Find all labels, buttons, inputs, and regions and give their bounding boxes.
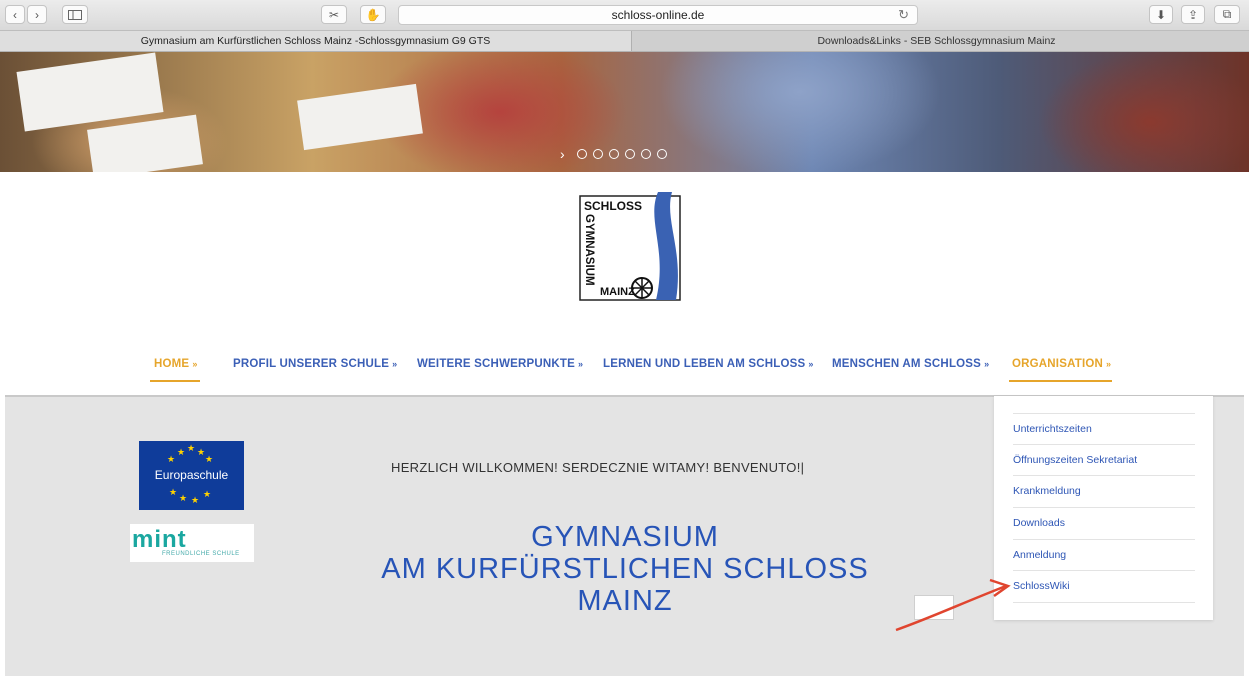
hand-button[interactable]: ✋ — [360, 5, 386, 24]
chevron-left-icon: ‹ — [13, 7, 17, 22]
school-title-line: MAINZ — [577, 585, 673, 617]
tab-schlossgymnasium[interactable]: Gymnasium am Kurfürstlichen Schloss Main… — [0, 31, 631, 51]
mint-subtext: FREUNDLICHE SCHULE — [162, 551, 240, 557]
nav-label: ORGANISATION — [1012, 358, 1103, 370]
nav-home[interactable]: HOME» — [154, 358, 198, 370]
tab-downloads-links[interactable]: Downloads&Links - SEB Schlossgymnasium M… — [631, 31, 1241, 51]
hero-slider-image: › — [0, 52, 1249, 172]
nav-organisation[interactable]: ORGANISATION» — [1012, 358, 1111, 370]
school-title: GYMNASIUM AM KURFÜRSTLICHEN SCHLOSS MAIN… — [330, 521, 920, 617]
paper-sheet — [297, 83, 423, 151]
url-text: schloss-online.de — [611, 8, 705, 22]
svg-text:★: ★ — [169, 488, 177, 498]
tabs-overview-button[interactable]: ⧉ — [1214, 5, 1240, 24]
hand-icon: ✋ — [365, 7, 381, 22]
main-navigation: HOME» PROFIL UNSERER SCHULE» WEITERE SCH… — [0, 358, 1249, 382]
paper-sheet — [16, 52, 164, 132]
sidebar-toggle-button[interactable] — [62, 5, 88, 24]
slider-dot[interactable] — [608, 149, 619, 159]
share-button[interactable]: ⇪ — [1181, 5, 1205, 24]
nav-lernen-und-leben[interactable]: LERNEN UND LEBEN AM SCHLOSS» — [603, 358, 814, 370]
small-white-box — [914, 595, 954, 620]
paper-sheet — [87, 114, 203, 172]
europaschule-badge[interactable]: ★ ★ ★ ★ ★ ★ ★ ★ ★ Europaschule — [139, 441, 244, 510]
scissors-icon: ✂ — [328, 7, 340, 22]
tabs-icon: ⧉ — [1222, 7, 1232, 21]
nav-label: WEITERE SCHWERPUNKTE — [417, 358, 575, 370]
svg-text:★: ★ — [203, 490, 211, 500]
slider-next-icon[interactable]: › — [560, 146, 565, 162]
logo-text-gymnasium: GYMNASIUM — [583, 214, 595, 286]
svg-text:★: ★ — [191, 496, 199, 506]
nav-menschen-am-schloss[interactable]: MENSCHEN AM SCHLOSS» — [832, 358, 989, 370]
forward-button[interactable]: › — [27, 5, 47, 24]
nav-organisation-underline — [1009, 380, 1112, 382]
slider-pagination[interactable]: › — [560, 146, 667, 162]
slider-dot[interactable] — [656, 149, 667, 159]
address-bar[interactable]: schloss-online.de ↻ — [398, 5, 918, 25]
school-title-line: AM KURFÜRSTLICHEN SCHLOSS — [381, 553, 869, 585]
chevron-double-down-icon: » — [808, 359, 814, 369]
download-icon: ⬇ — [1155, 7, 1167, 22]
organisation-dropdown-menu: Unterrichtszeiten Öffnungszeiten Sekreta… — [994, 396, 1213, 620]
chevron-double-down-icon: » — [984, 359, 990, 369]
svg-text:★: ★ — [177, 448, 185, 458]
menu-item-anmeldung[interactable]: Anmeldung — [1013, 539, 1195, 570]
menu-item-downloads[interactable]: Downloads — [1013, 507, 1195, 538]
nav-weitere-schwerpunkte[interactable]: WEITERE SCHWERPUNKTE» — [417, 358, 583, 370]
sidebar-icon — [68, 9, 82, 20]
back-button[interactable]: ‹ — [5, 5, 25, 24]
chevron-double-down-icon: » — [577, 359, 584, 369]
download-button[interactable]: ⬇ — [1149, 5, 1173, 24]
chevron-right-icon: › — [35, 7, 39, 22]
mainz-wheel-icon — [631, 277, 653, 299]
chevron-double-down-icon: » — [192, 359, 198, 369]
logo-text-schloss: SCHLOSS — [584, 199, 642, 213]
svg-text:★: ★ — [187, 444, 195, 454]
svg-text:★: ★ — [205, 455, 213, 465]
scissors-button[interactable]: ✂ — [321, 5, 347, 24]
mint-logo-text: mint — [132, 526, 187, 553]
chevron-double-down-icon: » — [392, 359, 398, 369]
nav-label: PROFIL UNSERER SCHULE — [233, 358, 390, 370]
menu-item-unterrichtszeiten[interactable]: Unterrichtszeiten — [1013, 413, 1195, 444]
slider-dot[interactable] — [592, 149, 603, 159]
browser-toolbar: ‹ › ✂ ✋ schloss-online.de ↻ ⬇ ⇪ ⧉ — [0, 0, 1249, 31]
reload-icon[interactable]: ↻ — [898, 7, 909, 23]
chevron-double-down-icon: » — [1106, 359, 1112, 369]
tab-bar: Gymnasium am Kurfürstlichen Schloss Main… — [0, 31, 1249, 52]
welcome-text: HERZLICH WILLKOMMEN! SERDECZNIE WITAMY! … — [391, 460, 805, 475]
menu-item-krankmeldung[interactable]: Krankmeldung — [1013, 475, 1195, 506]
svg-text:★: ★ — [197, 448, 205, 458]
mint-badge[interactable]: mint FREUNDLICHE SCHULE — [130, 524, 254, 562]
menu-divider — [1013, 602, 1195, 603]
nav-label: HOME — [154, 358, 190, 370]
menu-item-oeffnungszeiten[interactable]: Öffnungszeiten Sekretariat — [1013, 444, 1195, 475]
school-logo[interactable]: SCHLOSS GYMNASIUM MAINZ — [576, 190, 684, 302]
nav-label: LERNEN UND LEBEN AM SCHLOSS — [603, 358, 806, 370]
nav-home-underline — [150, 380, 200, 382]
slider-dot[interactable] — [640, 149, 651, 159]
svg-text:★: ★ — [179, 494, 187, 504]
europaschule-label: Europaschule — [154, 468, 229, 482]
slider-dot[interactable] — [624, 149, 635, 159]
svg-text:★: ★ — [167, 455, 175, 465]
menu-item-schlosswiki[interactable]: SchlossWiki — [1013, 570, 1195, 601]
slider-dot[interactable] — [576, 149, 587, 159]
nav-label: MENSCHEN AM SCHLOSS — [832, 358, 982, 370]
share-icon: ⇪ — [1187, 7, 1199, 22]
school-title-line: GYMNASIUM — [531, 521, 719, 553]
nav-profil-unserer-schule[interactable]: PROFIL UNSERER SCHULE» — [233, 358, 397, 370]
logo-text-mainz: MAINZ — [600, 286, 635, 298]
